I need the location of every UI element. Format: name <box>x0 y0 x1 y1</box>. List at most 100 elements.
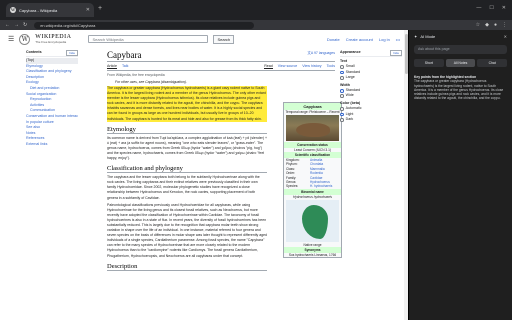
donate-link[interactable]: Donate <box>327 37 340 42</box>
panel-summary: Key points from the highlighted section … <box>414 75 507 101</box>
bookmark-star-icon[interactable]: ☆ <box>476 22 480 28</box>
site-subtitle: The Free Encyclopedia <box>35 40 67 44</box>
tab-tools[interactable]: Tools <box>327 64 335 69</box>
create-account-link[interactable]: Create account <box>346 37 373 42</box>
appearance-header: Appearance hide <box>340 50 402 57</box>
panel-mode-button[interactable]: Chat <box>477 59 508 67</box>
radio-icon[interactable] <box>340 112 344 117</box>
reload-icon[interactable]: ↻ <box>23 22 27 28</box>
toc-item[interactable]: External links <box>26 142 78 148</box>
page-actions: Read View source View history Tools <box>264 64 335 69</box>
close-tab-icon[interactable]: ✕ <box>86 7 90 13</box>
url-field[interactable]: en.wikipedia.org/wiki/Capybara <box>34 21 255 29</box>
heading-description: Description <box>107 263 267 271</box>
panel-input[interactable]: Ask about this page <box>414 45 507 54</box>
color-options: Automatic Light Dark <box>340 106 402 122</box>
tagline: From Wikipedia, the free encyclopedia <box>107 73 165 77</box>
toc-item[interactable]: Conservation and human interaction <box>26 114 78 120</box>
browser-tab-strip: W Capybara - Wikipedia ✕ + — ☐ ✕ <box>0 0 512 20</box>
lead-paragraph-highlighted: The capybara or greater capybara (Hydroc… <box>107 86 267 122</box>
classification-row: Species: H. hydrochaeris <box>284 184 341 188</box>
back-icon[interactable]: ← <box>5 22 10 28</box>
close-panel-icon[interactable]: ✕ <box>504 34 507 39</box>
wiki-header: ☰ W WIKIPEDIA The Free Encyclopedia Sear… <box>0 30 408 48</box>
paleontology-paragraph: Paleontological classifications previous… <box>107 202 267 258</box>
webpage: ☰ W WIKIPEDIA The Free Encyclopedia Sear… <box>0 30 408 320</box>
address-bar-row: ← → ↻ en.wikipedia.org/wiki/Capybara ☆ ◆… <box>0 20 512 30</box>
sparkle-icon: ✦ <box>414 34 418 39</box>
forward-icon[interactable]: → <box>14 22 19 28</box>
taxon-link[interactable]: H. hydrochaeris <box>310 184 339 188</box>
color-option[interactable]: Dark <box>340 117 402 122</box>
tab-view-history[interactable]: View history <box>302 64 321 69</box>
radio-icon[interactable] <box>340 76 344 80</box>
profile-icon[interactable]: ● <box>494 22 497 28</box>
article-content: Capybara 文A 97 languages Article Talk Re… <box>107 50 342 273</box>
summary-text: The capybara or greater capybara (Hydroc… <box>414 79 504 101</box>
range-map[interactable] <box>286 199 339 242</box>
panel-mode-button[interactable]: Short <box>414 59 444 67</box>
panel-mode-button[interactable]: All Notes <box>445 59 476 67</box>
radio-icon[interactable] <box>340 107 344 111</box>
toc-list: (Top) Etymology Classification and phyloge… <box>26 58 78 148</box>
infobox-temporal-range: Temporal range: Pleistocene – Recent <box>285 110 340 114</box>
etymology-paragraph: Its common name is derived from Tupi ka'… <box>107 135 267 161</box>
tab-talk[interactable]: Talk <box>122 64 128 69</box>
tab-title: Capybara - Wikipedia <box>19 7 58 13</box>
infobox-title: Capybara <box>284 103 341 110</box>
rank-label: Species: <box>286 184 299 189</box>
heading-classification: Classification and phylogeny <box>107 165 267 174</box>
radio-icon[interactable] <box>340 88 344 93</box>
capybara-photo[interactable] <box>286 115 339 141</box>
wiki-search-input[interactable]: Search Wikipedia <box>88 35 209 43</box>
text-size-options: Small Standard Large <box>340 64 402 80</box>
toc-header: Contents hide <box>26 50 78 57</box>
browser-tab[interactable]: W Capybara - Wikipedia ✕ <box>6 3 94 17</box>
tab-view-source[interactable]: View source <box>278 64 298 69</box>
side-panel-header: ✦ AI Mode ✕ <box>409 30 512 43</box>
south-america-shape <box>302 204 328 239</box>
wikipedia-globe-icon[interactable]: W <box>19 33 31 45</box>
minimize-icon[interactable]: — <box>476 5 481 11</box>
user-links: Donate Create account Log in ••• <box>327 37 400 42</box>
table-of-contents: Contents hide (Top) Etymology Classificati… <box>26 50 78 148</box>
classification-paragraph: The capybara and the lesser capybara bot… <box>107 175 260 200</box>
page-title: Capybara <box>107 50 335 62</box>
text-size-option[interactable]: Large <box>340 75 402 80</box>
more-options-icon[interactable]: ••• <box>396 37 400 42</box>
text-size-option-label: Large <box>345 75 355 80</box>
radio-icon[interactable] <box>340 94 344 98</box>
tab-article[interactable]: Article <box>107 64 117 69</box>
menu-kebab-icon[interactable]: ⋮ <box>502 22 507 28</box>
radio-icon[interactable] <box>340 65 344 69</box>
login-link[interactable]: Log in <box>379 37 390 42</box>
synonym-text: Sus hydrochaeris Linnaeus, 1766 <box>288 252 337 257</box>
radio-icon[interactable] <box>340 117 344 122</box>
appearance-panel: Appearance hide Text Small Standard Large … <box>340 50 402 122</box>
radio-icon[interactable] <box>340 70 344 75</box>
toc-item[interactable]: Classification and phylogeny <box>26 69 78 75</box>
wiki-search-button[interactable]: Search <box>213 34 235 44</box>
color-option-label: Dark <box>345 117 354 122</box>
new-tab-button[interactable]: + <box>98 5 102 12</box>
side-panel: ✦ AI Mode ✕ Ask about this page Short All… <box>408 30 512 320</box>
toc-hide-button[interactable]: hide <box>66 50 78 56</box>
binomial-name: Hydrochoerus hydrochaeris <box>293 194 332 199</box>
side-panel-title: AI Mode <box>420 34 436 39</box>
main-menu-icon[interactable]: ☰ <box>8 35 14 43</box>
maximize-icon[interactable]: ☐ <box>489 5 493 11</box>
capybara-figure <box>296 123 330 137</box>
appearance-hide-button[interactable]: hide <box>390 50 402 56</box>
width-option[interactable]: Wide <box>340 93 402 98</box>
extension-icon[interactable]: ◆ <box>485 22 489 28</box>
appearance-title: Appearance <box>340 50 361 54</box>
wiki-wordmark[interactable]: WIKIPEDIA The Free Encyclopedia <box>35 34 71 44</box>
window-controls: — ☐ ✕ <box>476 5 506 11</box>
tab-read[interactable]: Read <box>264 64 273 69</box>
languages-label: 97 languages <box>313 51 335 55</box>
close-window-icon[interactable]: ✕ <box>502 5 506 11</box>
width-options: Standard Wide <box>340 88 402 99</box>
wikipedia-favicon-icon: W <box>10 7 16 13</box>
languages-button[interactable]: 文A 97 languages <box>307 51 335 56</box>
page-tabs: Article Talk Read View source View histo… <box>107 64 335 71</box>
